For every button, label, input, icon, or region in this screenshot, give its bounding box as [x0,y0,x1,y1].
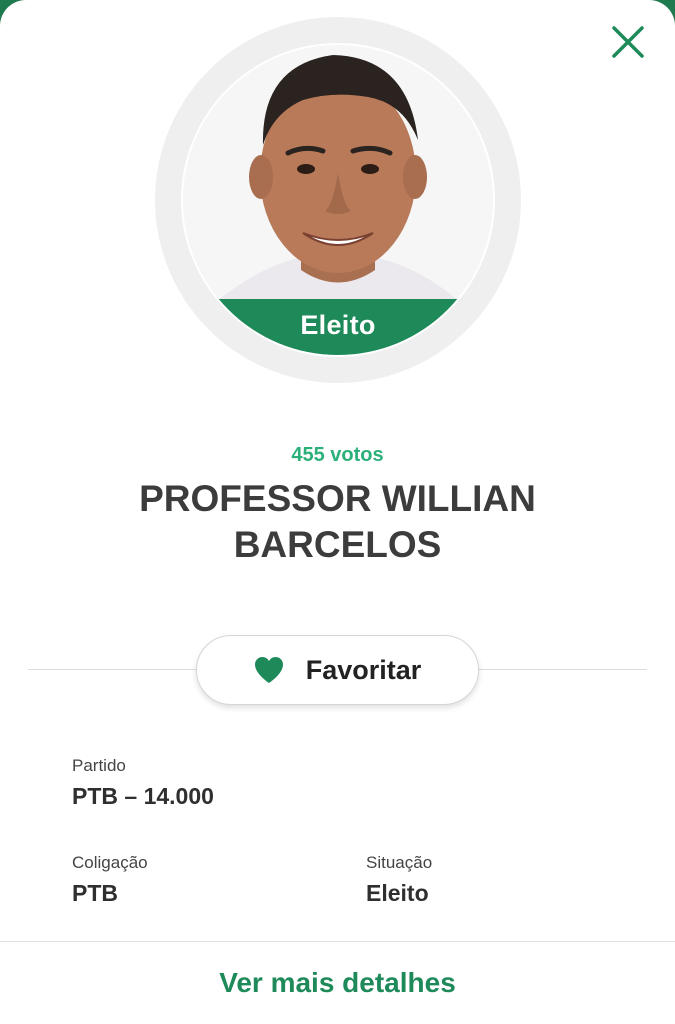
favorite-button[interactable]: Favoritar [196,635,479,705]
party-label: Partido [72,756,126,775]
more-details-link[interactable]: Ver mais detalhes [0,967,675,999]
coalition-value: PTB [72,880,118,906]
footer-divider [0,941,675,942]
votes-count: 455 votos [291,444,384,466]
favorite-label: Favoritar [305,654,422,685]
candidate-photo: Eleito [183,45,493,355]
candidate-name: PROFESSOR WILLIAN BARCELOS [139,478,536,565]
close-button[interactable] [604,18,652,66]
heart-icon [254,657,283,683]
situation-value: Eleito [366,880,429,906]
close-icon [612,26,644,58]
coalition-label: Coligação [72,853,148,872]
situation-label: Situação [366,853,433,872]
status-badge: Eleito [183,299,493,355]
party-value: PTB – 14.000 [72,783,214,809]
candidate-sheet: Eleito 455 votos PROFESSOR WILLIAN BARCE… [0,0,675,1024]
